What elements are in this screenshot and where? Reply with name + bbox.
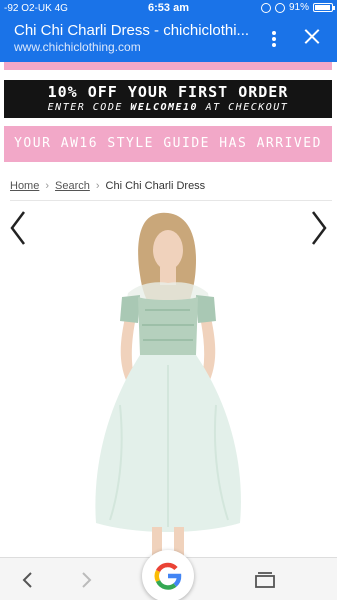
divider — [10, 200, 332, 201]
battery-icon — [313, 3, 335, 12]
page-title: Chi Chi Charli Dress - chichiclothi... — [14, 22, 250, 39]
battery-percent: 91% — [288, 2, 309, 13]
pink-strip — [4, 62, 332, 70]
style-guide-banner[interactable]: YOUR AW16 STYLE GUIDE HAS ARRIVED — [4, 126, 332, 162]
promo-banner[interactable]: 10% OFF YOUR FIRST ORDER ENTER CODE WELC… — [4, 80, 332, 118]
chevron-right-icon[interactable] — [309, 208, 329, 248]
dress-photo — [95, 212, 241, 557]
back-arrow-icon[interactable] — [20, 570, 36, 590]
menu-icon[interactable] — [268, 29, 280, 49]
close-icon[interactable] — [300, 25, 324, 49]
google-logo-icon — [154, 562, 182, 590]
page-url[interactable]: www.chichiclothing.com — [14, 40, 141, 54]
breadcrumb: Home › Search › Chi Chi Charli Dress — [10, 180, 205, 192]
promo-code-line: ENTER CODE WELCOME10 AT CHECKOUT — [47, 102, 289, 113]
status-right: 91% — [260, 2, 335, 13]
google-button[interactable] — [142, 550, 194, 600]
product-image[interactable] — [0, 205, 337, 557]
tabs-icon[interactable] — [254, 570, 276, 590]
bottom-nav — [0, 550, 337, 600]
chevron-left-icon[interactable] — [8, 208, 28, 248]
browser-header: Chi Chi Charli Dress - chichiclothi... w… — [0, 17, 337, 62]
breadcrumb-separator: › — [95, 180, 100, 192]
location-icon — [274, 2, 285, 13]
breadcrumb-separator: › — [45, 180, 50, 192]
breadcrumb-home[interactable]: Home — [10, 180, 39, 192]
forward-arrow-icon[interactable] — [78, 570, 94, 590]
promo-headline: 10% OFF YOUR FIRST ORDER — [47, 83, 289, 101]
breadcrumb-search[interactable]: Search — [55, 180, 90, 192]
status-bar: -92 O2-UK 4G 6:53 am 91% — [0, 0, 337, 17]
breadcrumb-current: Chi Chi Charli Dress — [105, 180, 206, 192]
promo-code: WELCOME10 — [130, 102, 199, 113]
alarm-icon — [260, 2, 271, 13]
